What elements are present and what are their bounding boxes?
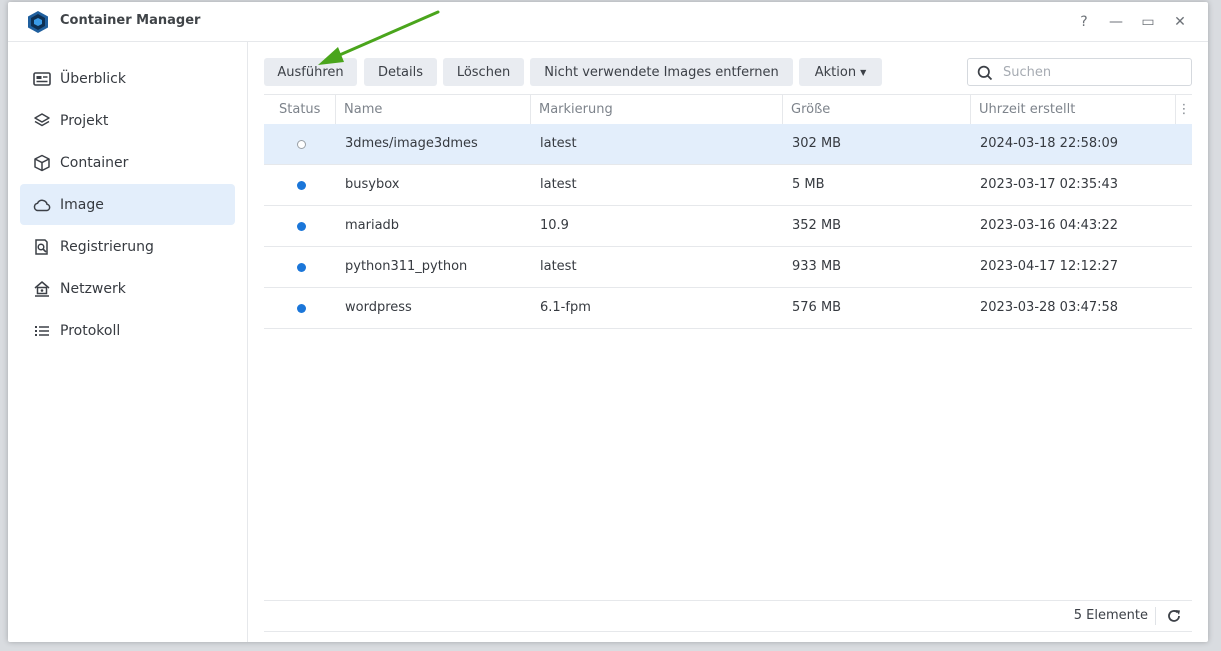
maximize-icon: ▭ [1141,14,1155,30]
item-count: 5 Elemente [1073,608,1148,623]
image-tag: 6.1-fpm [540,300,591,315]
sidebar-item-registry[interactable]: Registrierung [20,226,235,267]
table-row[interactable]: python311_python latest 933 MB 2023-04-1… [264,247,1192,288]
table-row[interactable]: busybox latest 5 MB 2023-03-17 02:35:43 [264,165,1192,206]
run-button[interactable]: Ausführen [264,58,357,86]
search-icon [977,65,993,81]
image-tag: latest [540,136,577,151]
search-input[interactable] [1001,61,1185,83]
cloud-icon [33,196,51,214]
refresh-icon[interactable] [1166,608,1182,624]
column-options-icon[interactable]: ⋮ [1176,95,1192,124]
table-row[interactable]: mariadb 10.9 352 MB 2023-03-16 04:43:22 [264,206,1192,247]
app-window: Container Manager ? — ▭ ✕ Überblick Proj… [8,2,1208,642]
cube-icon [33,154,51,172]
image-size: 352 MB [792,218,842,233]
sidebar-item-project[interactable]: Projekt [20,100,235,141]
image-created: 2023-03-28 03:47:58 [980,300,1119,315]
minimize-icon: — [1109,14,1123,30]
close-button[interactable]: ✕ [1168,10,1192,34]
sidebar-item-image[interactable]: Image [20,184,235,225]
overview-icon [33,70,51,88]
caret-down-icon: ▼ [860,67,867,77]
status-in-use-icon [297,222,306,231]
table-header: Status Name Markierung Größe Uhrzeit ers… [264,94,1192,125]
status-in-use-icon [297,304,306,313]
image-name: wordpress [345,300,412,315]
search-box[interactable] [967,58,1192,86]
action-dropdown-button[interactable]: Aktion ▼ [799,58,882,86]
column-header-created[interactable]: Uhrzeit erstellt [971,95,1176,124]
sidebar-item-overview[interactable]: Überblick [20,58,235,99]
details-button[interactable]: Details [364,58,437,86]
image-name: python311_python [345,259,468,274]
image-name: mariadb [345,218,400,233]
image-tag: latest [540,177,577,192]
network-icon [33,280,51,298]
sidebar-item-label: Überblick [60,70,126,87]
sidebar: Überblick Projekt Container Image Regist… [8,42,248,642]
sidebar-item-label: Registrierung [60,238,154,255]
image-created: 2024-03-18 22:58:09 [980,136,1119,151]
image-size: 302 MB [792,136,842,151]
image-size: 933 MB [792,259,842,274]
minimize-button[interactable]: — [1104,10,1128,34]
column-header-size[interactable]: Größe [783,95,971,124]
column-header-name[interactable]: Name [336,95,531,124]
status-in-use-icon [297,263,306,272]
image-name: busybox [345,177,400,192]
sidebar-item-label: Netzwerk [60,280,126,297]
sidebar-item-label: Image [60,196,104,213]
status-in-use-icon [297,181,306,190]
sidebar-item-container[interactable]: Container [20,142,235,183]
list-icon [33,322,51,340]
column-header-status[interactable]: Status [264,95,336,124]
help-icon: ? [1080,14,1088,30]
image-created: 2023-03-16 04:43:22 [980,218,1119,233]
image-size: 576 MB [792,300,842,315]
window-title: Container Manager [60,13,201,28]
title-bar: Container Manager ? — ▭ ✕ [8,2,1208,42]
close-icon: ✕ [1174,14,1186,30]
image-created: 2023-04-17 12:12:27 [980,259,1119,274]
sidebar-item-label: Projekt [60,112,109,129]
sidebar-item-log[interactable]: Protokoll [20,310,235,351]
remove-unused-images-button[interactable]: Nicht verwendete Images entfernen [530,58,793,86]
help-button[interactable]: ? [1072,10,1096,34]
table-footer: 5 Elemente [264,600,1192,632]
container-manager-logo-icon [28,11,48,33]
table-row[interactable]: wordpress 6.1-fpm 576 MB 2023-03-28 03:4… [264,288,1192,329]
image-name: 3dmes/image3dmes [345,136,478,151]
status-unused-icon [297,140,306,149]
maximize-button[interactable]: ▭ [1136,10,1160,34]
action-label: Aktion [814,64,857,80]
sidebar-item-network[interactable]: Netzwerk [20,268,235,309]
image-tag: latest [540,259,577,274]
registry-search-icon [33,238,51,256]
image-created: 2023-03-17 02:35:43 [980,177,1119,192]
table-row[interactable]: 3dmes/image3dmes latest 302 MB 2024-03-1… [264,124,1192,165]
delete-button[interactable]: Löschen [443,58,524,86]
sidebar-item-label: Container [60,154,129,171]
layers-icon [33,112,51,130]
image-tag: 10.9 [540,218,569,233]
footer-divider [1155,607,1156,625]
sidebar-item-label: Protokoll [60,322,121,339]
image-size: 5 MB [792,177,825,192]
column-header-tag[interactable]: Markierung [531,95,783,124]
